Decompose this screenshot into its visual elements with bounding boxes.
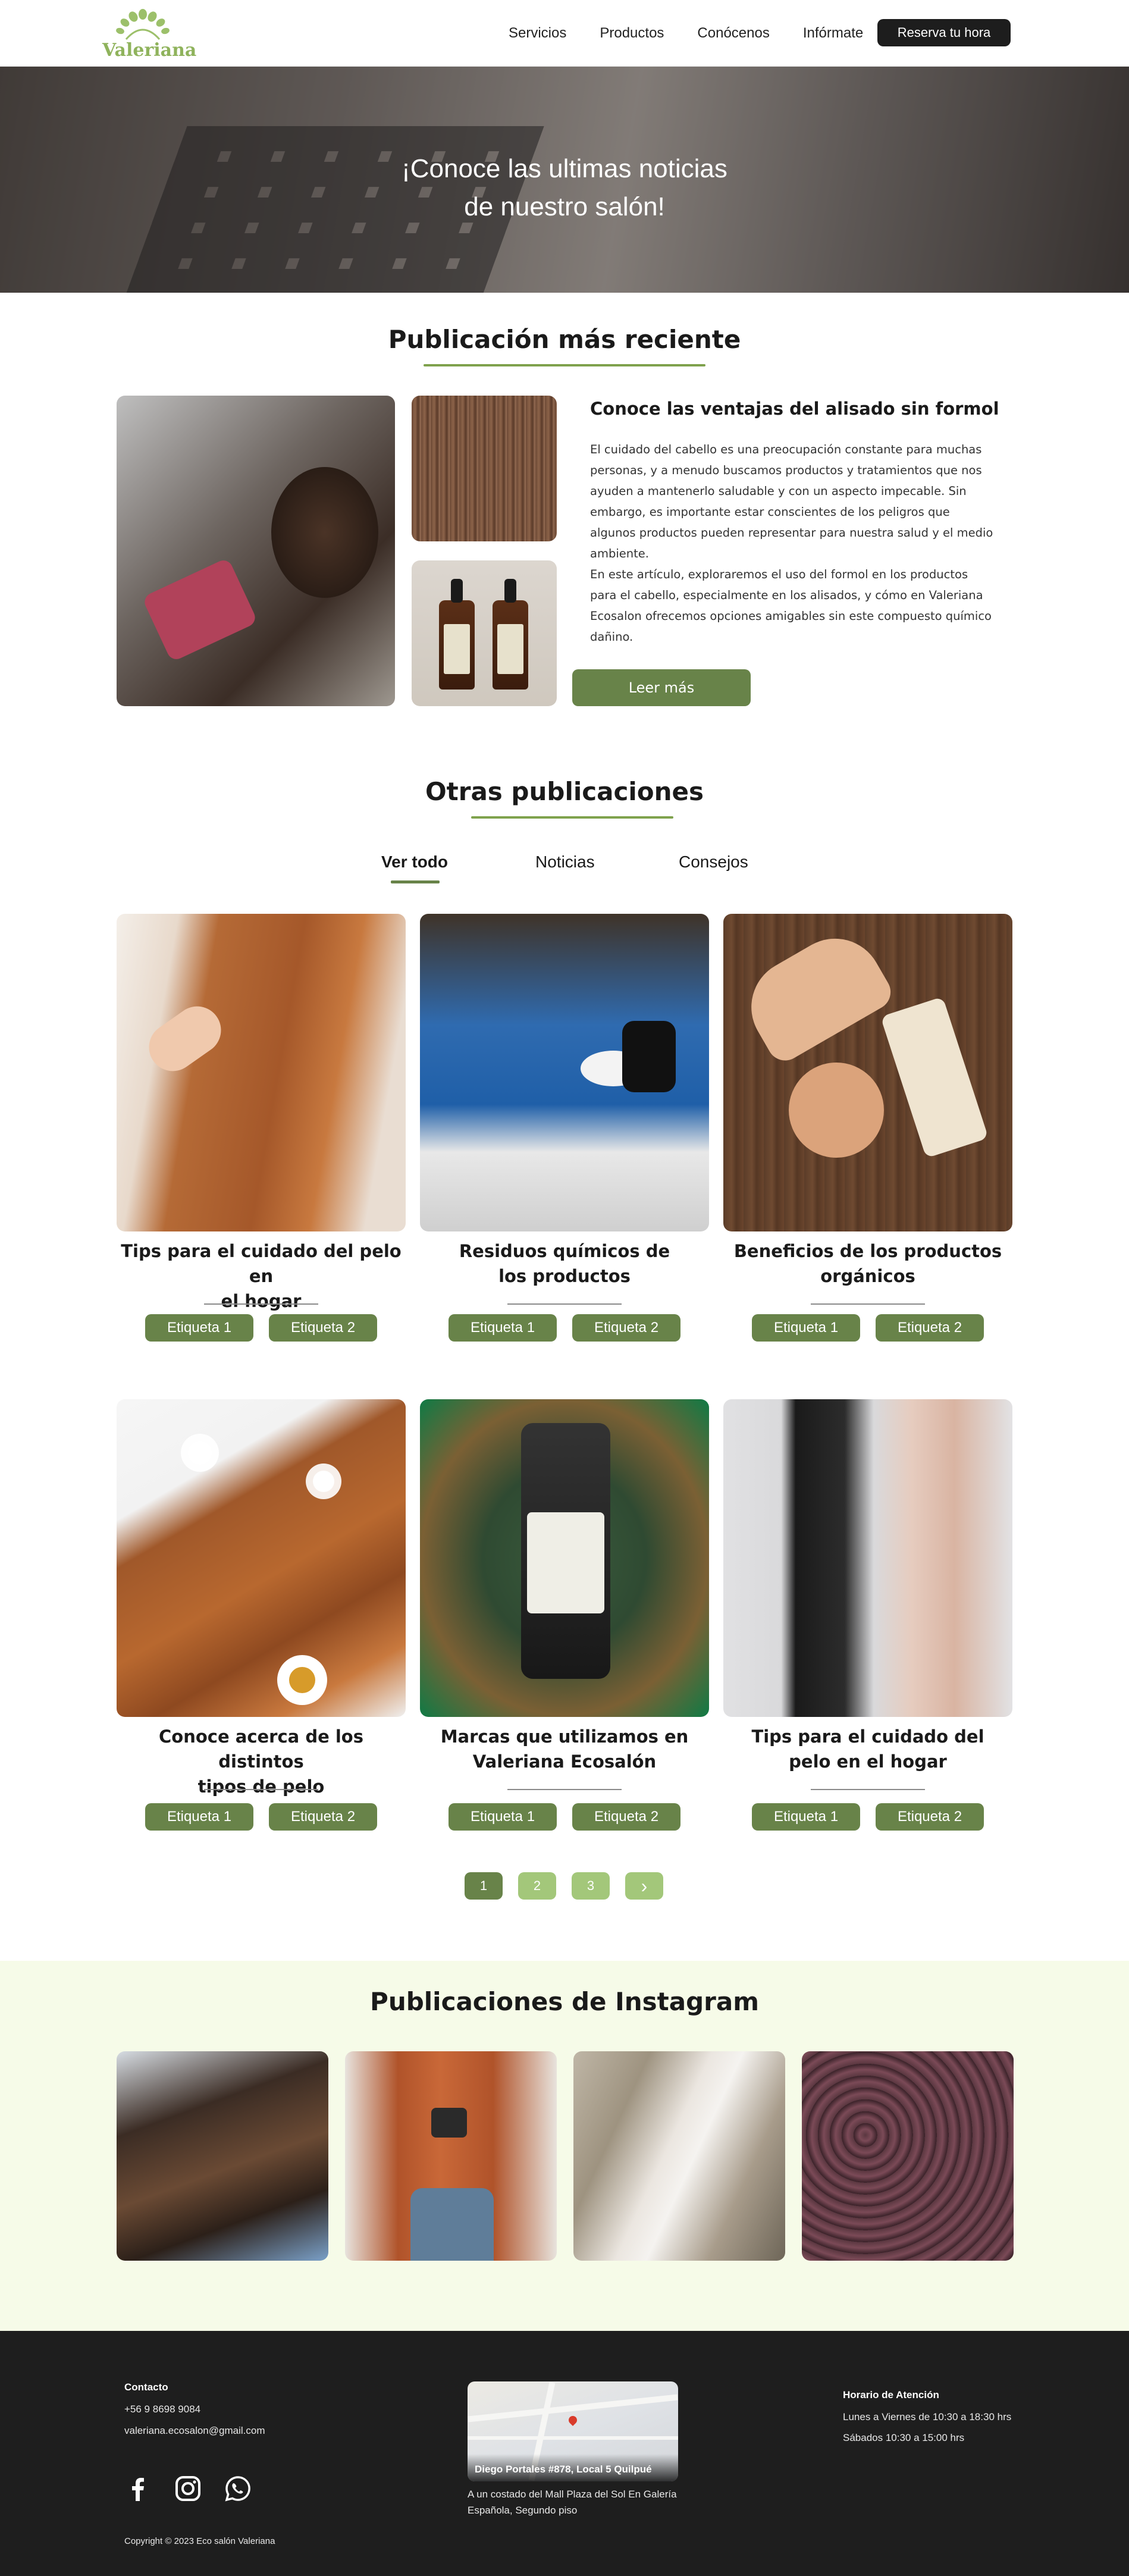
whatsapp-icon[interactable] [224,2475,252,2502]
card-title[interactable]: Tips para el cuidado del pelo en el hogar [117,1239,406,1314]
oil-bottle [880,996,989,1158]
logo-text: Valeriana [102,40,197,61]
hours-saturday: Sábados 10:30 a 15:00 hrs [843,2432,965,2443]
product-bottle [521,1423,610,1679]
nav-servicios[interactable]: Servicios [509,21,566,45]
tag-badge[interactable]: Etiqueta 2 [269,1314,377,1342]
featured-title-underline [424,364,705,366]
card-divider [507,1303,622,1305]
nav-conocenos[interactable]: Conócenos [697,21,769,45]
page-1-button[interactable]: 1 [465,1872,503,1900]
card-title[interactable]: Beneficios de los productos orgánicos [723,1239,1012,1289]
featured-paragraph-1: El cuidado del cabello es una preocupaci… [590,443,993,560]
tag-badge[interactable]: Etiqueta 1 [449,1803,557,1831]
featured-paragraph-2: En este artículo, exploraremos el uso de… [590,568,992,644]
hero-title-line2: de nuestro salón! [464,192,665,221]
card-title[interactable]: Conoce acerca de los distintos tipos de p… [117,1724,406,1799]
hero-banner: ¡Conoce las ultimas noticias de nuestro … [0,67,1129,293]
card-divider [204,1303,318,1305]
hair-brush [142,557,258,663]
featured-main-image[interactable] [117,396,395,706]
tab-noticias[interactable]: Noticias [535,853,595,872]
card-image[interactable] [420,914,709,1231]
map-pin-icon [567,2414,579,2426]
instagram-post[interactable] [802,2051,1014,2261]
card-image[interactable] [117,1399,406,1717]
card-divider [507,1789,622,1790]
tag-badge[interactable]: Etiqueta 2 [876,1314,984,1342]
card-divider [204,1789,318,1790]
card-title[interactable]: Residuos químicos de los productos [420,1239,709,1289]
hero-title-line1: ¡Conoce las ultimas noticias [402,154,727,183]
contact-phone[interactable]: +56 9 8698 9084 [124,2403,200,2415]
tag-badge[interactable]: Etiqueta 1 [145,1314,253,1342]
card-image[interactable] [723,914,1012,1231]
instagram-post[interactable] [117,2051,328,2261]
map-caption: Diego Portales #878, Local 5 Quilpué [475,2464,652,2475]
oil-bottle [439,579,475,690]
page-3-button[interactable]: 3 [572,1872,610,1900]
hours-title: Horario de Atención [843,2389,939,2400]
card-divider [811,1303,925,1305]
face-mask [431,2108,467,2138]
daisy [188,1441,212,1465]
logo[interactable]: Valeriana [102,8,197,61]
soap [789,1063,884,1158]
others-section-title: Otras publicaciones [425,777,704,806]
daisy [289,1667,315,1693]
reserve-button[interactable]: Reserva tu hora [877,19,1011,46]
instagram-post[interactable] [573,2051,785,2261]
comb [733,921,898,1067]
contact-title: Contacto [124,2381,168,2393]
tag-badge[interactable]: Etiqueta 2 [572,1314,680,1342]
featured-hair-image[interactable] [412,396,557,541]
main-nav: Servicios Productos Conócenos Infórmate [509,21,896,45]
address-line-1: A un costado del Mall Plaza del Sol En G… [468,2489,677,2500]
tag-badge[interactable]: Etiqueta 2 [269,1803,377,1831]
address-line-2: Española, Segundo piso [468,2505,578,2516]
page-2-button[interactable]: 2 [518,1872,556,1900]
instagram-icon[interactable] [174,2475,202,2502]
tag-badge[interactable]: Etiqueta 1 [752,1314,860,1342]
featured-bottles-image[interactable] [412,560,557,706]
card-image[interactable] [723,1399,1012,1717]
tab-ver-todo[interactable]: Ver todo [381,853,448,872]
logo-leaves-icon [116,9,170,40]
card-image[interactable] [420,1399,709,1717]
read-more-button[interactable]: Leer más [572,669,751,706]
card-image[interactable] [117,914,406,1231]
card-title[interactable]: Marcas que utilizamos en Valeriana Ecosal… [420,1724,709,1774]
tag-badge[interactable]: Etiqueta 1 [449,1314,557,1342]
others-title-underline [471,816,673,819]
active-tab-indicator [391,880,440,883]
glove [622,1021,676,1092]
instagram-section-title: Publicaciones de Instagram [370,1987,759,2016]
tag-badge[interactable]: Etiqueta 2 [876,1803,984,1831]
contact-email[interactable]: valeriana.ecosalon@gmail.com [124,2425,265,2437]
hero-title: ¡Conoce las ultimas noticias de nuestro … [327,150,802,226]
instagram-post[interactable] [345,2051,557,2261]
hours-weekdays: Lunes a Viernes de 10:30 a 18:30 hrs [843,2411,1012,2423]
nav-informate[interactable]: Infórmate [803,21,863,45]
tab-consejos[interactable]: Consejos [679,853,748,872]
tag-badge[interactable]: Etiqueta 1 [145,1803,253,1831]
card-title[interactable]: Tips para el cuidado del pelo en el hogar [723,1724,1012,1774]
featured-post-title[interactable]: Conoce las ventajas del alisado sin form… [590,399,999,419]
card-divider [811,1789,925,1790]
facebook-icon[interactable] [124,2475,152,2502]
oil-bottle [493,579,528,690]
tag-badge[interactable]: Etiqueta 1 [752,1803,860,1831]
location-map[interactable]: Diego Portales #878, Local 5 Quilpué [468,2381,678,2481]
featured-section-title: Publicación más reciente [388,325,741,354]
tag-badge[interactable]: Etiqueta 2 [572,1803,680,1831]
copyright: Copyright © 2023 Eco salón Valeriana [124,2536,275,2546]
nav-productos[interactable]: Productos [600,21,664,45]
site-header: Valeriana Servicios Productos Conócenos … [0,0,1129,67]
next-page-icon[interactable]: › [625,1872,663,1900]
daisy [313,1471,334,1492]
